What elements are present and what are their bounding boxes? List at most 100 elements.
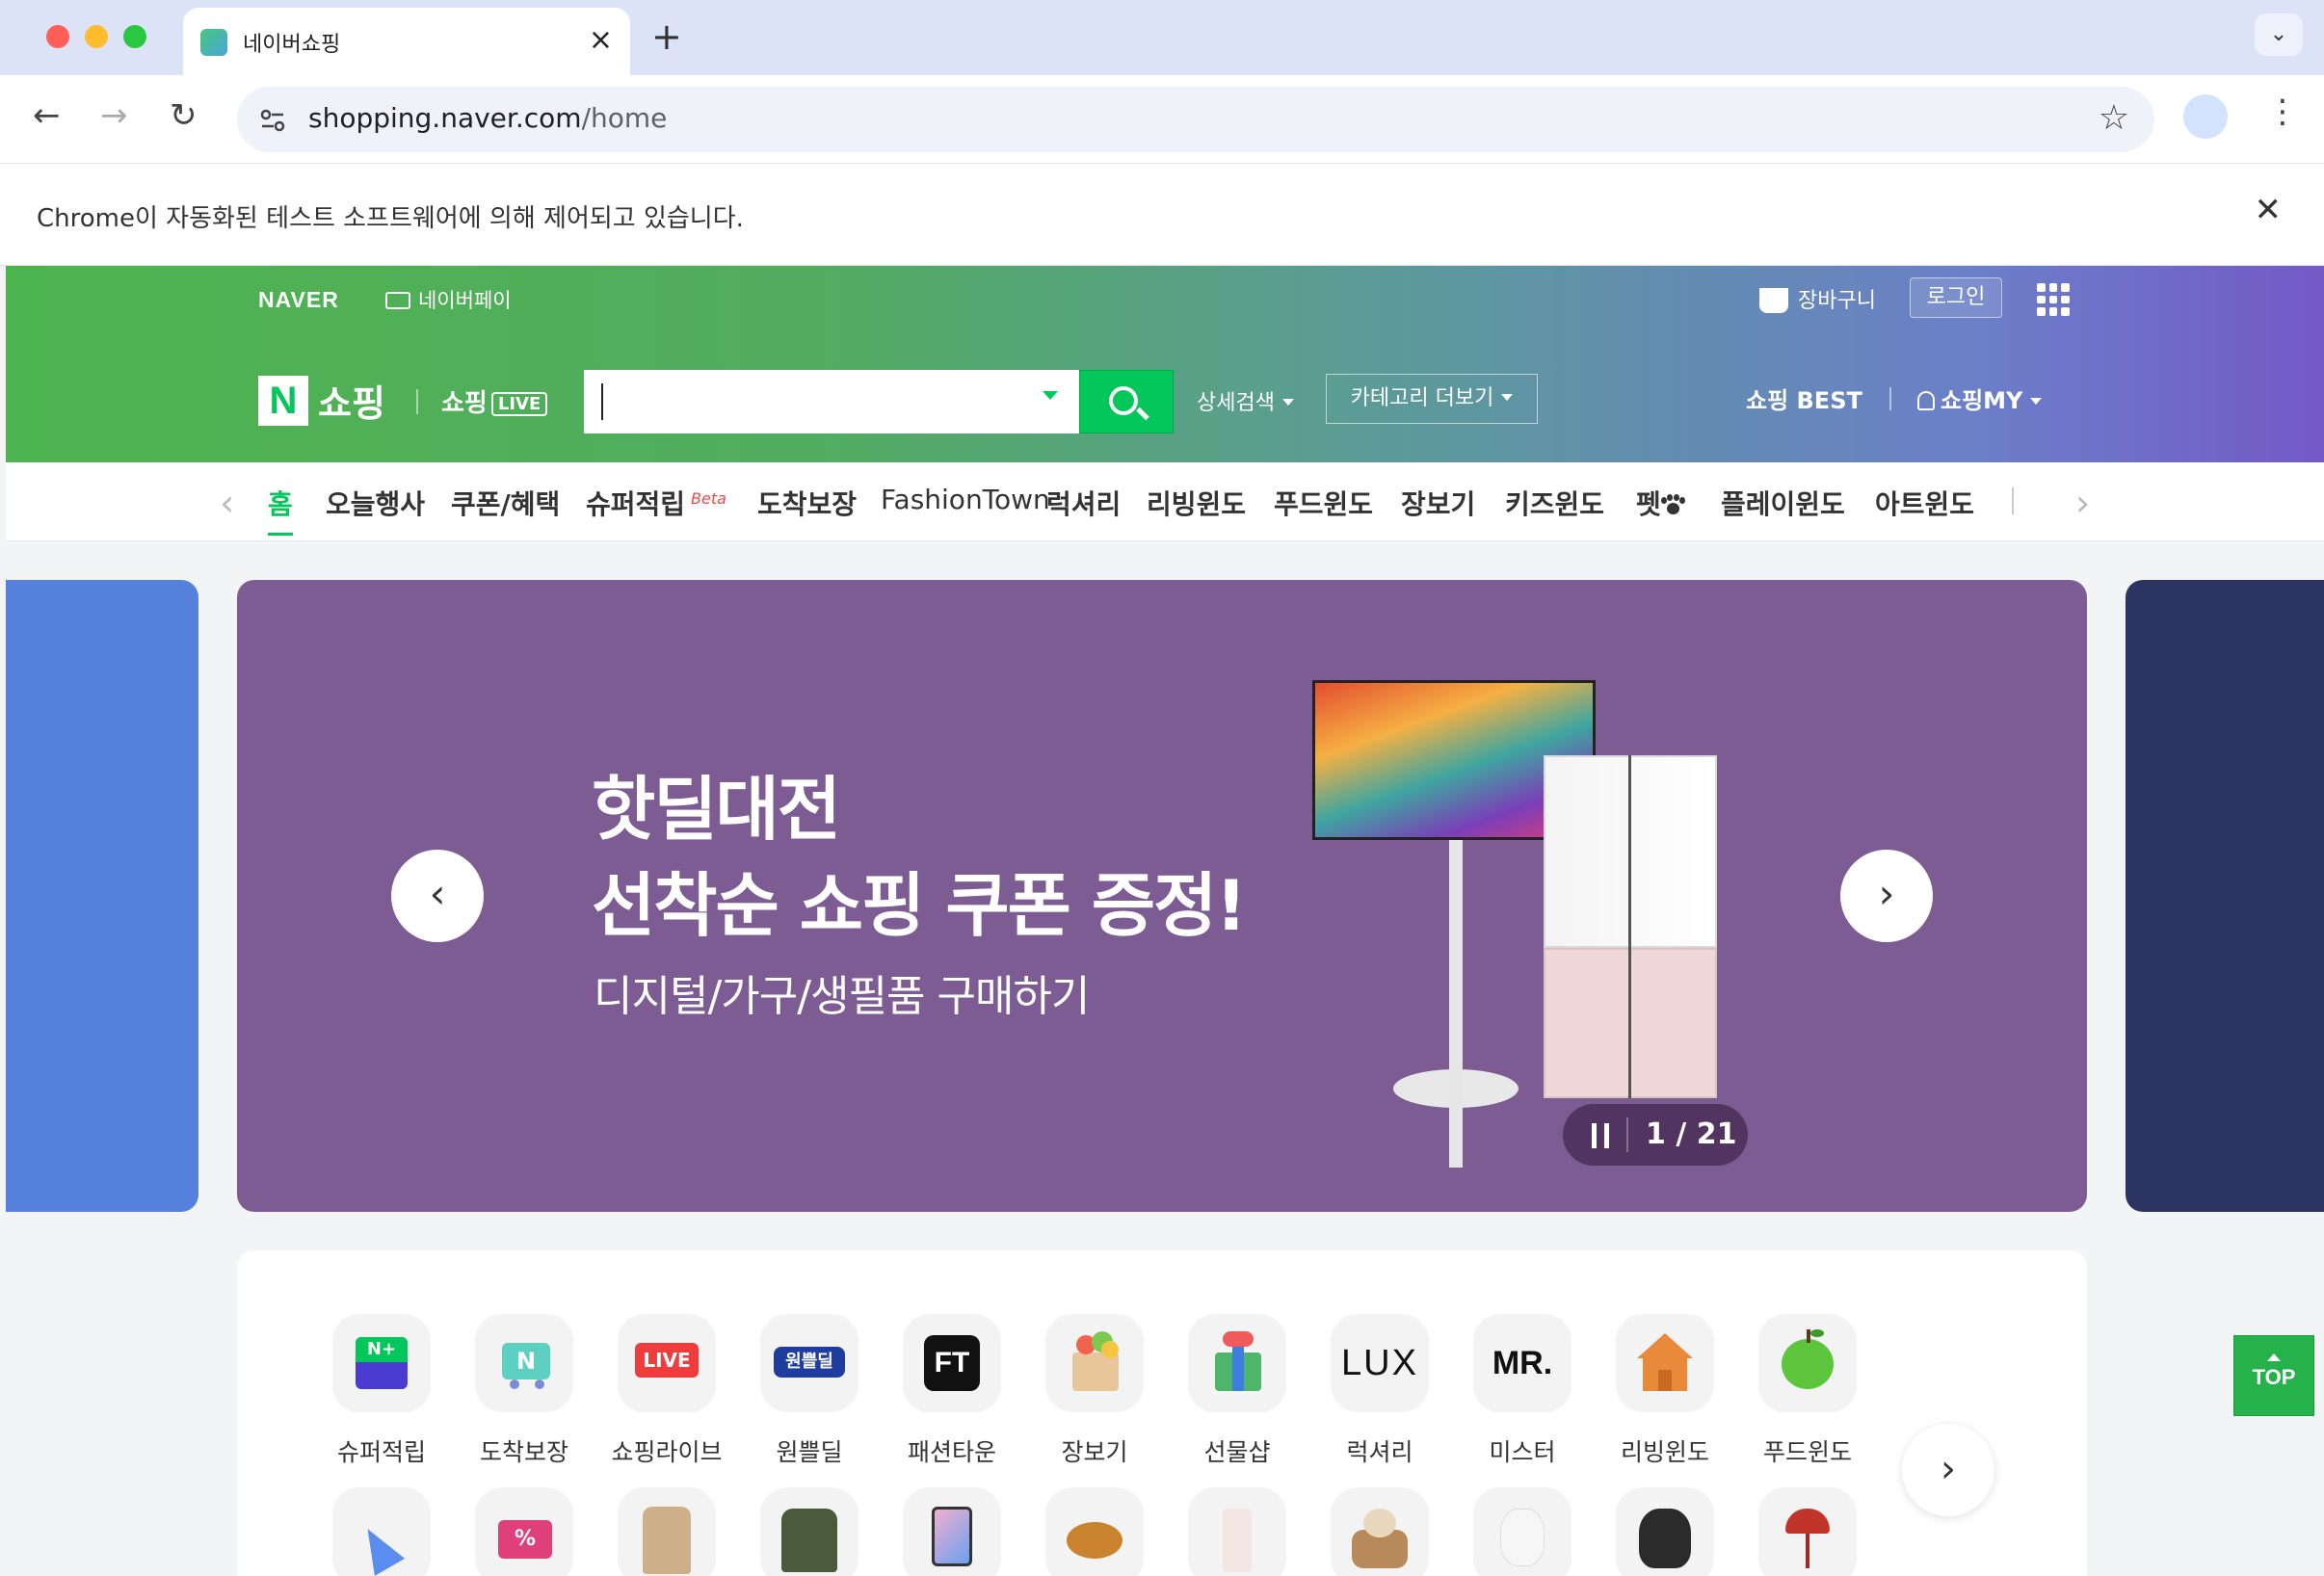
- live-icon-text: LIVE: [635, 1343, 699, 1378]
- main-banner[interactable]: 핫딜대전 선착순 쇼핑 쿠폰 증정! 디지털/가구/생필품 구매하기 ‹ › 1…: [237, 580, 2087, 1212]
- shortcut-living-window[interactable]: 리빙윈도: [1601, 1314, 1729, 1468]
- bread-icon: [1045, 1487, 1144, 1576]
- browser-menu-icon[interactable]: ⋮: [2266, 92, 2299, 131]
- shortcut-row2-item[interactable]: [1744, 1487, 1871, 1576]
- search-button[interactable]: [1079, 370, 1174, 433]
- naver-pay-link[interactable]: 네이버페이: [385, 285, 512, 314]
- shortcut-label: 슈퍼적립: [336, 1438, 426, 1466]
- caret-down-icon: [1501, 394, 1514, 401]
- tab-close-icon[interactable]: ×: [589, 23, 613, 57]
- maximize-window-button[interactable]: [123, 25, 146, 48]
- shortcut-fashion-town[interactable]: FT 패션타운: [888, 1314, 1016, 1468]
- nav-tab-delivery-guarantee[interactable]: 도착보장: [757, 484, 857, 522]
- logo-divider: [416, 389, 418, 414]
- cart-link[interactable]: 장바구니: [1759, 283, 1876, 314]
- search-input[interactable]: [601, 383, 1025, 420]
- lamp-icon: [1758, 1487, 1857, 1576]
- shortcut-row2-item[interactable]: [1316, 1487, 1443, 1576]
- shopping-logo-text[interactable]: 쇼핑: [318, 374, 385, 427]
- banner-prev-button[interactable]: ‹: [391, 850, 484, 942]
- bookmark-star-icon[interactable]: ☆: [2099, 98, 2129, 138]
- detail-search-dropdown[interactable]: 상세검색: [1197, 385, 1294, 416]
- delivery-truck-icon: N: [475, 1314, 573, 1412]
- nav-tab-coupons[interactable]: 쿠폰/혜택: [451, 484, 560, 522]
- url-text: shopping.naver.com/home: [308, 102, 667, 134]
- shortcut-row2-item[interactable]: [1174, 1487, 1301, 1576]
- next-banner-peek[interactable]: [2126, 580, 2324, 1212]
- nav-tab-super-points[interactable]: 슈퍼적립 Beta: [586, 484, 726, 522]
- shopping-best-link[interactable]: 쇼핑 BEST: [1746, 381, 1862, 415]
- shortcut-row2-item[interactable]: [1031, 1487, 1158, 1576]
- site-settings-icon[interactable]: [256, 104, 289, 137]
- super-points-icon: N+: [332, 1314, 431, 1412]
- nav-tab-home[interactable]: 홈: [268, 484, 293, 536]
- back-arrow-icon[interactable]: ←: [33, 96, 61, 135]
- baseball-glove-icon: [1616, 1487, 1714, 1576]
- naver-logo-link[interactable]: NAVER: [258, 287, 339, 313]
- shortcut-row2-item[interactable]: [888, 1487, 1016, 1576]
- banner-title: 핫딜대전 선착순 쇼핑 쿠폰 증정!: [592, 761, 1247, 954]
- shopping-bag-icon: [1759, 288, 1788, 313]
- shortcut-row2-item[interactable]: [746, 1487, 873, 1576]
- tab-search-button[interactable]: ⌄: [2255, 13, 2303, 56]
- cosmetics-icon: [1188, 1487, 1286, 1576]
- shortcut-luxury[interactable]: LUX 럭셔리: [1316, 1314, 1443, 1468]
- shortcut-row2-item[interactable]: [318, 1487, 445, 1576]
- close-window-button[interactable]: [46, 25, 69, 48]
- n-logo-icon[interactable]: N: [258, 376, 308, 426]
- category-more-dropdown[interactable]: 카테고리 더보기: [1326, 374, 1538, 424]
- prev-banner-peek[interactable]: [6, 580, 198, 1212]
- forward-arrow-icon[interactable]: →: [100, 96, 128, 135]
- banner-next-button[interactable]: ›: [1840, 850, 1933, 942]
- nav-tab-food-window[interactable]: 푸드윈도: [1274, 484, 1373, 522]
- shortcut-row2-item[interactable]: %: [461, 1487, 588, 1576]
- minimize-window-button[interactable]: [85, 25, 108, 48]
- shortcut-super-points[interactable]: N+ 슈퍼적립: [318, 1314, 445, 1468]
- nav-tab-kids-window[interactable]: 키즈윈도: [1505, 484, 1604, 522]
- infobar-close-icon[interactable]: ✕: [2255, 191, 2283, 229]
- login-button[interactable]: 로그인: [1910, 277, 2002, 318]
- caret-down-icon: [1281, 399, 1294, 406]
- shortcut-one-plus-deal[interactable]: 원쁠딜 원쁠딜: [746, 1314, 873, 1468]
- nav-tab-luxury[interactable]: 럭셔리: [1046, 484, 1121, 522]
- pause-icon[interactable]: [1592, 1123, 1611, 1148]
- caret-down-icon: [2030, 398, 2043, 405]
- nav-tab-fashiontown[interactable]: FashionTown: [881, 484, 1050, 515]
- shortcut-mister[interactable]: MR. 미스터: [1459, 1314, 1586, 1468]
- category-nav: ‹ 홈 오늘행사 쿠폰/혜택 슈퍼적립 Beta 도착보장 FashionTown…: [6, 462, 2324, 541]
- catnav-prev-icon[interactable]: ‹: [220, 482, 234, 524]
- shortcut-food-window[interactable]: 푸드윈도: [1744, 1314, 1871, 1468]
- nav-tab-pet[interactable]: 펫: [1636, 484, 1685, 522]
- beta-badge: Beta: [691, 489, 726, 508]
- shortcut-row2-item[interactable]: [603, 1487, 730, 1576]
- tab-title: 네이버쇼핑: [243, 33, 341, 57]
- browser-tab[interactable]: 네이버쇼핑 ×: [183, 8, 630, 75]
- shortcut-next-button[interactable]: ›: [1902, 1424, 1994, 1516]
- catnav-next-icon[interactable]: ›: [2075, 482, 2090, 524]
- nav-tab-art-window[interactable]: 아트윈도: [1875, 484, 1974, 522]
- automation-infobar: Chrome이 자동화된 테스트 소프트웨어에 의해 제어되고 있습니다. ✕: [0, 164, 2324, 266]
- mister-icon: MR.: [1473, 1314, 1571, 1412]
- shortcut-delivery-guarantee[interactable]: N 도착보장: [461, 1314, 588, 1468]
- address-bar[interactable]: shopping.naver.com/home ☆: [237, 87, 2154, 152]
- shortcut-grocery[interactable]: 장보기: [1031, 1314, 1158, 1468]
- dog-icon: [1473, 1487, 1571, 1576]
- shortcut-row2-item[interactable]: [1459, 1487, 1586, 1576]
- banner-title-line1: 핫딜대전: [592, 769, 841, 850]
- reload-icon[interactable]: ↻: [170, 96, 198, 135]
- nav-tab-today-events[interactable]: 오늘행사: [326, 484, 425, 522]
- nav-tab-grocery[interactable]: 장보기: [1401, 484, 1475, 522]
- shortcut-shopping-live[interactable]: LIVE 쇼핑라이브: [603, 1314, 730, 1468]
- scroll-top-button[interactable]: TOP: [2233, 1335, 2314, 1416]
- apps-grid-icon[interactable]: [2037, 283, 2070, 316]
- shopping-favicon-icon: [200, 29, 227, 56]
- shortcut-gift-shop[interactable]: 선물샵: [1174, 1314, 1301, 1468]
- profile-avatar-icon[interactable]: [2183, 94, 2228, 139]
- nav-tab-living-window[interactable]: 리빙윈도: [1147, 484, 1246, 522]
- shopping-live-link[interactable]: 쇼핑 LIVE: [441, 383, 548, 419]
- search-autocomplete-toggle-icon[interactable]: [1043, 391, 1058, 400]
- new-tab-button[interactable]: +: [651, 15, 682, 58]
- shopping-my-dropdown[interactable]: 쇼핑MY: [1917, 381, 2043, 415]
- shortcut-row2-item[interactable]: [1601, 1487, 1729, 1576]
- nav-tab-play-window[interactable]: 플레이윈도: [1721, 484, 1845, 522]
